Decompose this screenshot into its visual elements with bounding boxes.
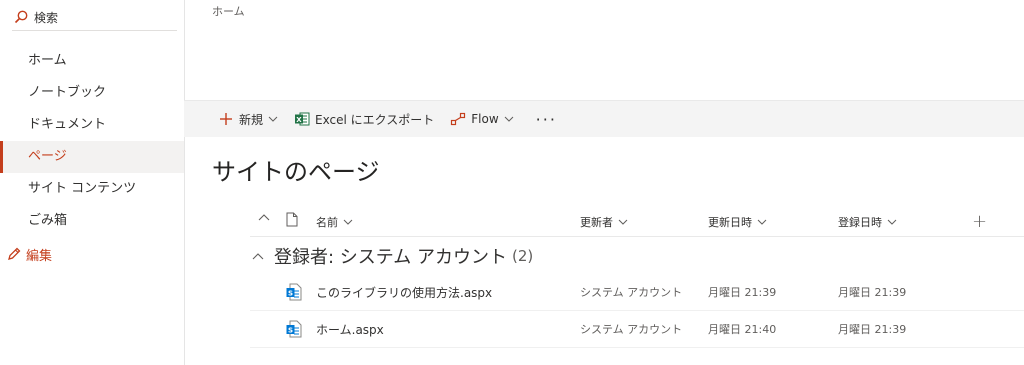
column-header-modified[interactable]: 更新日時 <box>708 214 767 230</box>
column-header-editor[interactable]: 更新者 <box>580 214 628 230</box>
row-modified: 月曜日 21:40 <box>708 323 777 336</box>
svg-text:S: S <box>288 326 293 334</box>
export-excel-label: Excel にエクスポート <box>315 112 435 127</box>
row-name-link[interactable]: ホーム.aspx <box>316 321 384 338</box>
page-title: サイトのページ <box>212 158 380 186</box>
breadcrumb[interactable]: ホーム <box>212 3 245 19</box>
svg-text:X: X <box>296 116 302 124</box>
row-editor[interactable]: システム アカウント <box>580 321 682 337</box>
chevron-up-icon[interactable] <box>252 252 264 260</box>
pencil-icon <box>6 246 22 262</box>
nav-list: ホーム ノートブック ドキュメント ページ サイト コンテンツ ごみ箱 <box>0 45 184 237</box>
column-header-created[interactable]: 登録日時 <box>838 214 897 230</box>
chevron-down-icon <box>618 219 628 225</box>
collapse-all-chevron-up-icon[interactable] <box>258 213 270 221</box>
flow-icon <box>450 111 466 127</box>
sharepoint-page-icon: S <box>286 320 302 338</box>
svg-text:S: S <box>288 289 293 297</box>
plus-icon <box>218 111 234 127</box>
column-created-label: 登録日時 <box>838 216 882 229</box>
search-box[interactable]: 検索 <box>12 4 177 31</box>
list-row[interactable]: S ホーム.aspx システム アカウント 月曜日 21:40 月曜日 21:3… <box>250 311 1024 348</box>
command-bar: 新規 X Excel にエクスポート Flow ··· <box>184 100 1024 137</box>
column-header-name[interactable]: 名前 <box>316 214 353 230</box>
row-name-link[interactable]: このライブラリの使用方法.aspx <box>316 284 492 301</box>
nav-item-notebook[interactable]: ノートブック <box>0 77 184 109</box>
column-name-label: 名前 <box>316 216 338 229</box>
nav-item-documents[interactable]: ドキュメント <box>0 109 184 141</box>
list-row[interactable]: S このライブラリの使用方法.aspx システム アカウント 月曜日 21:39… <box>250 274 1024 311</box>
row-editor[interactable]: システム アカウント <box>580 284 682 300</box>
export-excel-button[interactable]: X Excel にエクスポート <box>286 101 442 137</box>
column-modified-label: 更新日時 <box>708 216 752 229</box>
left-navigation: 検索 ホーム ノートブック ドキュメント ページ サイト コンテンツ ごみ箱 編… <box>0 0 185 365</box>
flow-button[interactable]: Flow <box>442 101 521 137</box>
group-label: 登録者: システム アカウント <box>274 247 507 268</box>
nav-item-site-contents[interactable]: サイト コンテンツ <box>0 173 184 205</box>
edit-label: 編集 <box>26 248 53 264</box>
group-header[interactable]: 登録者: システム アカウント (2) <box>250 243 533 269</box>
file-type-column-icon[interactable] <box>286 212 298 227</box>
group-count: (2) <box>511 247 534 265</box>
nav-item-recycle-bin[interactable]: ごみ箱 <box>0 205 184 237</box>
nav-item-pages[interactable]: ページ <box>0 141 184 173</box>
excel-icon: X <box>294 111 310 127</box>
chevron-down-icon <box>343 219 353 225</box>
new-label: 新規 <box>239 112 264 127</box>
edit-nav-link[interactable]: 編集 <box>6 240 52 268</box>
chevron-down-icon <box>268 116 278 122</box>
more-button[interactable]: ··· <box>522 101 571 137</box>
nav-item-home[interactable]: ホーム <box>0 45 184 77</box>
list-header: 名前 更新者 更新日時 登録日時 + <box>250 206 1024 237</box>
new-button[interactable]: 新規 <box>210 101 286 137</box>
flow-label: Flow <box>471 112 499 126</box>
row-modified: 月曜日 21:39 <box>708 286 777 299</box>
sharepoint-page-icon: S <box>286 283 302 301</box>
chevron-down-icon <box>757 219 767 225</box>
row-created: 月曜日 21:39 <box>838 286 907 299</box>
chevron-down-icon <box>504 116 514 122</box>
chevron-down-icon <box>887 219 897 225</box>
column-editor-label: 更新者 <box>580 216 613 229</box>
row-created: 月曜日 21:39 <box>838 323 907 336</box>
add-column-button[interactable]: + <box>972 211 987 232</box>
search-label: 検索 <box>34 10 59 25</box>
search-icon <box>12 8 30 26</box>
